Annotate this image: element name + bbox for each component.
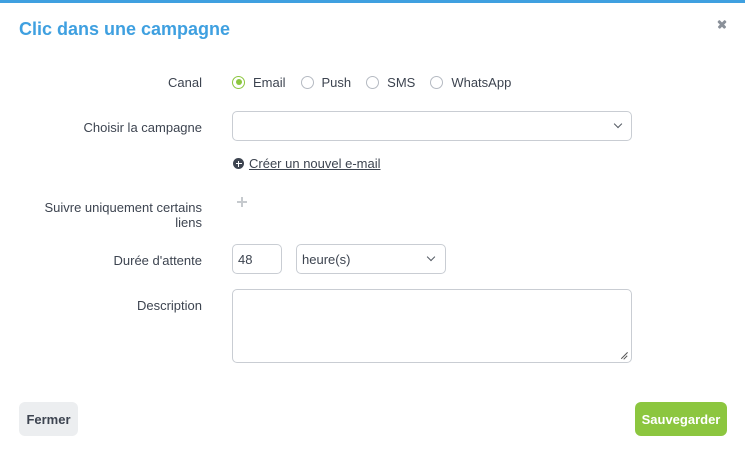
- radio-option-push[interactable]: Push: [300, 74, 352, 90]
- description-textarea[interactable]: [232, 289, 632, 363]
- radio-label-whatsapp: WhatsApp: [451, 74, 512, 90]
- radio-whatsapp[interactable]: [430, 75, 444, 89]
- wait-unit-value: heure(s): [302, 252, 351, 267]
- chevron-down-icon: [426, 252, 436, 262]
- description-label: Description: [136, 298, 202, 313]
- radio-option-email[interactable]: Email: [232, 75, 286, 90]
- canal-label: Canal: [168, 75, 202, 90]
- wait-duration-input[interactable]: [232, 244, 282, 274]
- canal-radio-group: Email Push SMS WhatsApp: [232, 73, 526, 91]
- wait-unit-select[interactable]: heure(s): [296, 244, 446, 274]
- radio-sms[interactable]: [366, 75, 380, 89]
- plus-circle-icon: [233, 158, 244, 169]
- radio-email-selected[interactable]: [232, 75, 245, 89]
- campaign-select[interactable]: [232, 111, 632, 141]
- campaign-label: Choisir la campagne: [83, 120, 202, 135]
- wait-duration-label: Durée d'attente: [113, 253, 203, 268]
- create-email-link-text: Créer un nouvel e-mail: [249, 156, 381, 171]
- modal-top-accent-bar: [0, 0, 745, 3]
- chevron-down-icon: [613, 119, 623, 129]
- radio-option-sms[interactable]: SMS: [366, 75, 415, 90]
- radio-option-whatsapp[interactable]: WhatsApp: [430, 75, 511, 90]
- close-button[interactable]: Fermer: [19, 402, 78, 436]
- radio-push[interactable]: [300, 75, 314, 89]
- create-email-link[interactable]: Créer un nouvel e-mail: [233, 156, 381, 171]
- radio-label-sms: SMS: [387, 74, 416, 90]
- modal-title: Clic dans une campagne: [19, 19, 231, 39]
- radio-label-email: Email: [253, 74, 286, 90]
- resize-handle-icon[interactable]: [620, 352, 628, 360]
- close-icon[interactable]: [714, 16, 730, 32]
- links-label: Suivre uniquement certains liens: [44, 200, 202, 230]
- save-button[interactable]: Sauvegarder: [635, 402, 727, 436]
- add-link-plus-icon[interactable]: [236, 196, 248, 208]
- radio-label-push: Push: [321, 74, 352, 90]
